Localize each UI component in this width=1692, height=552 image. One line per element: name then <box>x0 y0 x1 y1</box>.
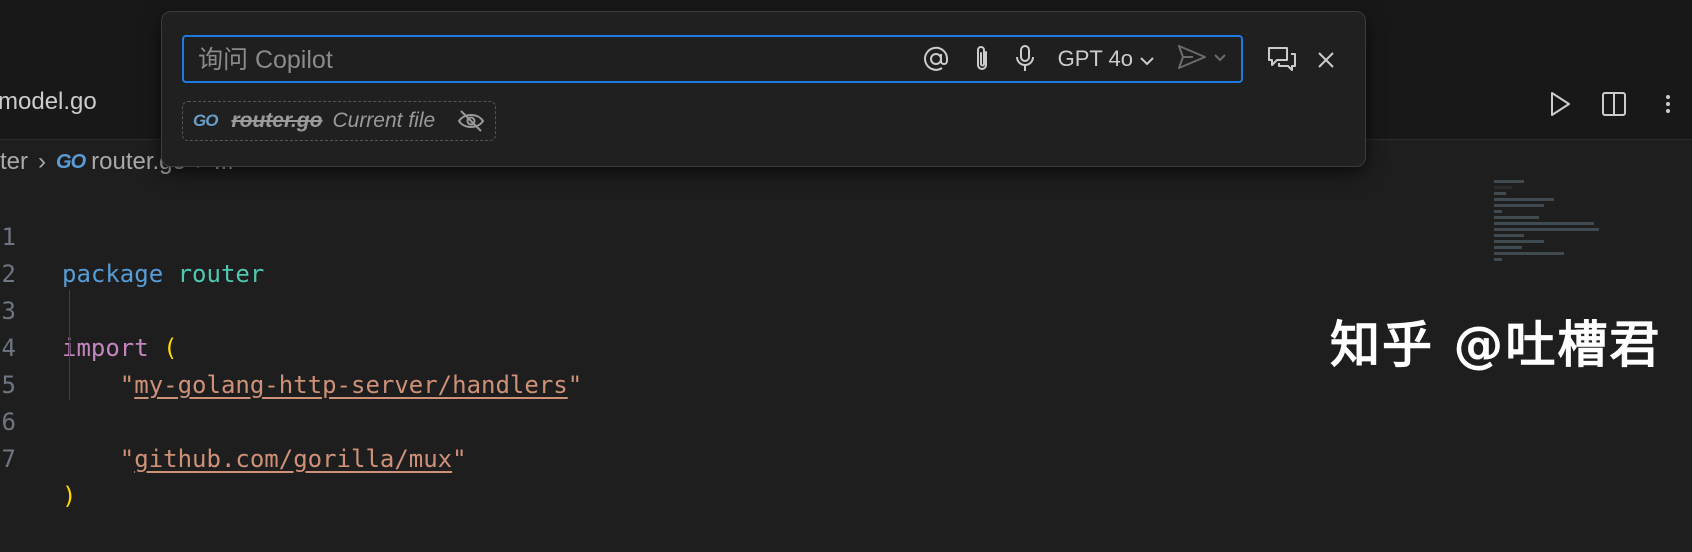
more-icon[interactable] <box>1652 88 1684 120</box>
context-attachment[interactable]: GO router.go Current file <box>182 101 497 141</box>
chevron-down-icon <box>1139 46 1155 72</box>
close-paren: ) <box>62 482 77 510</box>
chat-input-box: GPT 4o <box>182 35 1243 83</box>
indent-guide <box>69 290 70 400</box>
code-line: 2 <box>0 219 1490 288</box>
send-icon <box>1177 44 1207 75</box>
editor-actions <box>1544 88 1692 120</box>
code-line: 6 "github.com/gorilla/mux" <box>0 367 1490 473</box>
quote: " <box>119 445 135 473</box>
model-picker[interactable]: GPT 4o <box>1058 43 1155 75</box>
at-icon[interactable] <box>922 43 950 75</box>
editor-tab-label: model.go <box>0 88 97 115</box>
chevron-right-icon: › <box>38 148 47 175</box>
close-icon[interactable] <box>1308 42 1344 78</box>
attachment-description: Current file <box>332 109 436 132</box>
breadcrumb-folder[interactable]: ter <box>0 148 28 176</box>
editor-tab[interactable]: model.go <box>0 64 99 140</box>
code-line: 3 import ( <box>0 256 1490 362</box>
chevron-down-icon <box>1213 50 1227 68</box>
model-label: GPT 4o <box>1057 46 1133 71</box>
chat-input[interactable] <box>196 43 840 77</box>
run-icon[interactable] <box>1544 88 1576 120</box>
go-file-icon: GO <box>193 111 218 130</box>
watermark: 知乎 @吐槽君 <box>1330 316 1662 374</box>
code-editor[interactable]: 1 package router 2 3 import ( 4 "my-gola… <box>0 182 1490 510</box>
import-path-mux[interactable]: github.com/gorilla/mux <box>134 445 452 473</box>
chat-panel-icon[interactable] <box>1264 42 1300 78</box>
minimap[interactable] <box>1494 180 1604 270</box>
code-line: 1 package router <box>0 182 1490 288</box>
code-line: 7 ) <box>0 404 1490 510</box>
code-line: 4 "my-golang-http-server/handlers" <box>0 293 1490 399</box>
go-file-icon: GO <box>56 150 86 173</box>
eye-closed-icon[interactable] <box>457 109 485 133</box>
microphone-icon[interactable] <box>1014 43 1036 75</box>
paperclip-icon[interactable] <box>972 43 992 75</box>
line-number: 7 <box>1 445 16 473</box>
attachment-filename: router.go <box>231 109 323 132</box>
send-button[interactable] <box>1177 43 1227 75</box>
code-line: 5 <box>0 330 1490 399</box>
split-editor-icon[interactable] <box>1598 88 1630 120</box>
input-toolbar: GPT 4o <box>922 37 1227 81</box>
quote: " <box>452 445 467 473</box>
copilot-inline-chat: GPT 4o GO router.go Current file <box>161 11 1366 167</box>
